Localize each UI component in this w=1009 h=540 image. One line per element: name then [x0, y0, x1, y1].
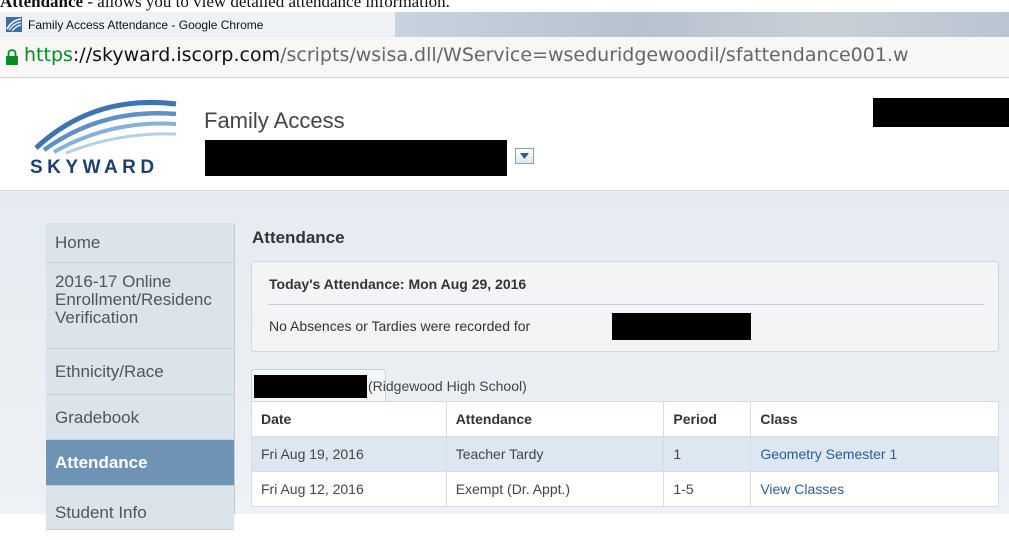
url-domain: ://skyward.iscorp.com — [72, 44, 281, 66]
sidebar-item-label: 2016-17 Online — [55, 272, 172, 291]
cell-date: Fri Aug 19, 2016 — [251, 436, 447, 472]
cell-attendance: Exempt (Dr. Appt.) — [445, 471, 665, 507]
window-titlebar: Family Access Attendance - Google Chrome — [0, 12, 1009, 37]
todays-attendance-heading: Today's Attendance: Mon Aug 29, 2016 — [269, 276, 527, 292]
sidebar-item-ethnicity-race[interactable]: Ethnicity/Race — [46, 349, 234, 395]
cell-period: 1 — [663, 436, 752, 472]
blurred-background — [395, 12, 1009, 37]
sidebar-nav: Home 2016-17 Online Enrollment/Residenc … — [46, 223, 235, 530]
sidebar-item-label: Verification — [55, 308, 139, 327]
skyward-logo[interactable]: SKYWARD — [24, 94, 184, 178]
caption-bold: Attendance — [0, 0, 84, 11]
sidebar-item-student-info[interactable]: Student Info — [46, 486, 234, 530]
column-header-attendance[interactable]: Attendance — [445, 401, 665, 437]
url-path: /scripts/wsisa.dll/WService=wseduridgewo… — [280, 44, 909, 66]
cell-date: Fri Aug 12, 2016 — [251, 471, 447, 507]
divider — [268, 304, 984, 305]
redacted-student-name — [254, 375, 367, 398]
column-header-period[interactable]: Period — [663, 401, 752, 437]
skyward-app-icon — [6, 17, 22, 32]
page-header: SKYWARD Family Access — [0, 78, 1009, 191]
column-header-date[interactable]: Date — [251, 401, 447, 437]
sidebar-item-online-enrollment[interactable]: 2016-17 Online Enrollment/Residenc Verif… — [46, 263, 234, 349]
redacted-user-info — [873, 98, 1009, 127]
cell-period: 1-5 — [663, 471, 752, 507]
table-row: Fri Aug 19, 2016 Teacher Tardy 1 Geometr… — [251, 436, 999, 472]
class-link[interactable]: Geometry Semester 1 — [750, 436, 999, 472]
section-title: Attendance — [252, 228, 345, 247]
logo-text: SKYWARD — [30, 157, 159, 178]
table-header-row: Date Attendance Period Class — [251, 401, 999, 437]
caption-text: - allows you to view detailed attendance… — [83, 0, 450, 11]
url-scheme: https — [24, 44, 73, 66]
document-caption: Attendance - allows you to view detailed… — [0, 0, 1009, 12]
todays-attendance-message: No Absences or Tardies were recorded for — [269, 318, 531, 334]
tab-school[interactable]: (Ridgewood High School) — [251, 369, 527, 401]
student-dropdown-button[interactable] — [515, 148, 534, 164]
window-title: Family Access Attendance - Google Chrome — [28, 18, 264, 32]
sidebar-item-attendance[interactable]: Attendance — [46, 440, 234, 486]
page-title: Family Access — [204, 108, 345, 133]
sidebar-item-label: Enrollment/Residenc — [55, 290, 212, 309]
cell-attendance: Teacher Tardy — [445, 436, 665, 472]
tab-school-label: (Ridgewood High School) — [368, 378, 527, 394]
todays-attendance-box: Today's Attendance: Mon Aug 29, 2016 No … — [251, 261, 999, 352]
table-row: Fri Aug 12, 2016 Exempt (Dr. Appt.) 1-5 … — [251, 471, 999, 507]
sidebar-item-home[interactable]: Home — [46, 223, 234, 263]
view-classes-link[interactable]: View Classes — [750, 471, 999, 507]
chevron-down-icon — [520, 153, 529, 159]
lock-icon — [6, 49, 18, 65]
address-bar[interactable]: https://skyward.iscorp.com/scripts/wsisa… — [0, 37, 1009, 78]
url-text[interactable]: https://skyward.iscorp.com/scripts/wsisa… — [24, 44, 909, 66]
column-header-class[interactable]: Class — [750, 401, 999, 437]
redacted-student-name — [612, 313, 751, 340]
sidebar-item-gradebook[interactable]: Gradebook — [46, 395, 234, 440]
window-tab[interactable]: Family Access Attendance - Google Chrome — [0, 12, 396, 37]
attendance-table: Date Attendance Period Class Fri Aug 19,… — [251, 401, 999, 507]
redacted-student-name — [205, 140, 507, 176]
